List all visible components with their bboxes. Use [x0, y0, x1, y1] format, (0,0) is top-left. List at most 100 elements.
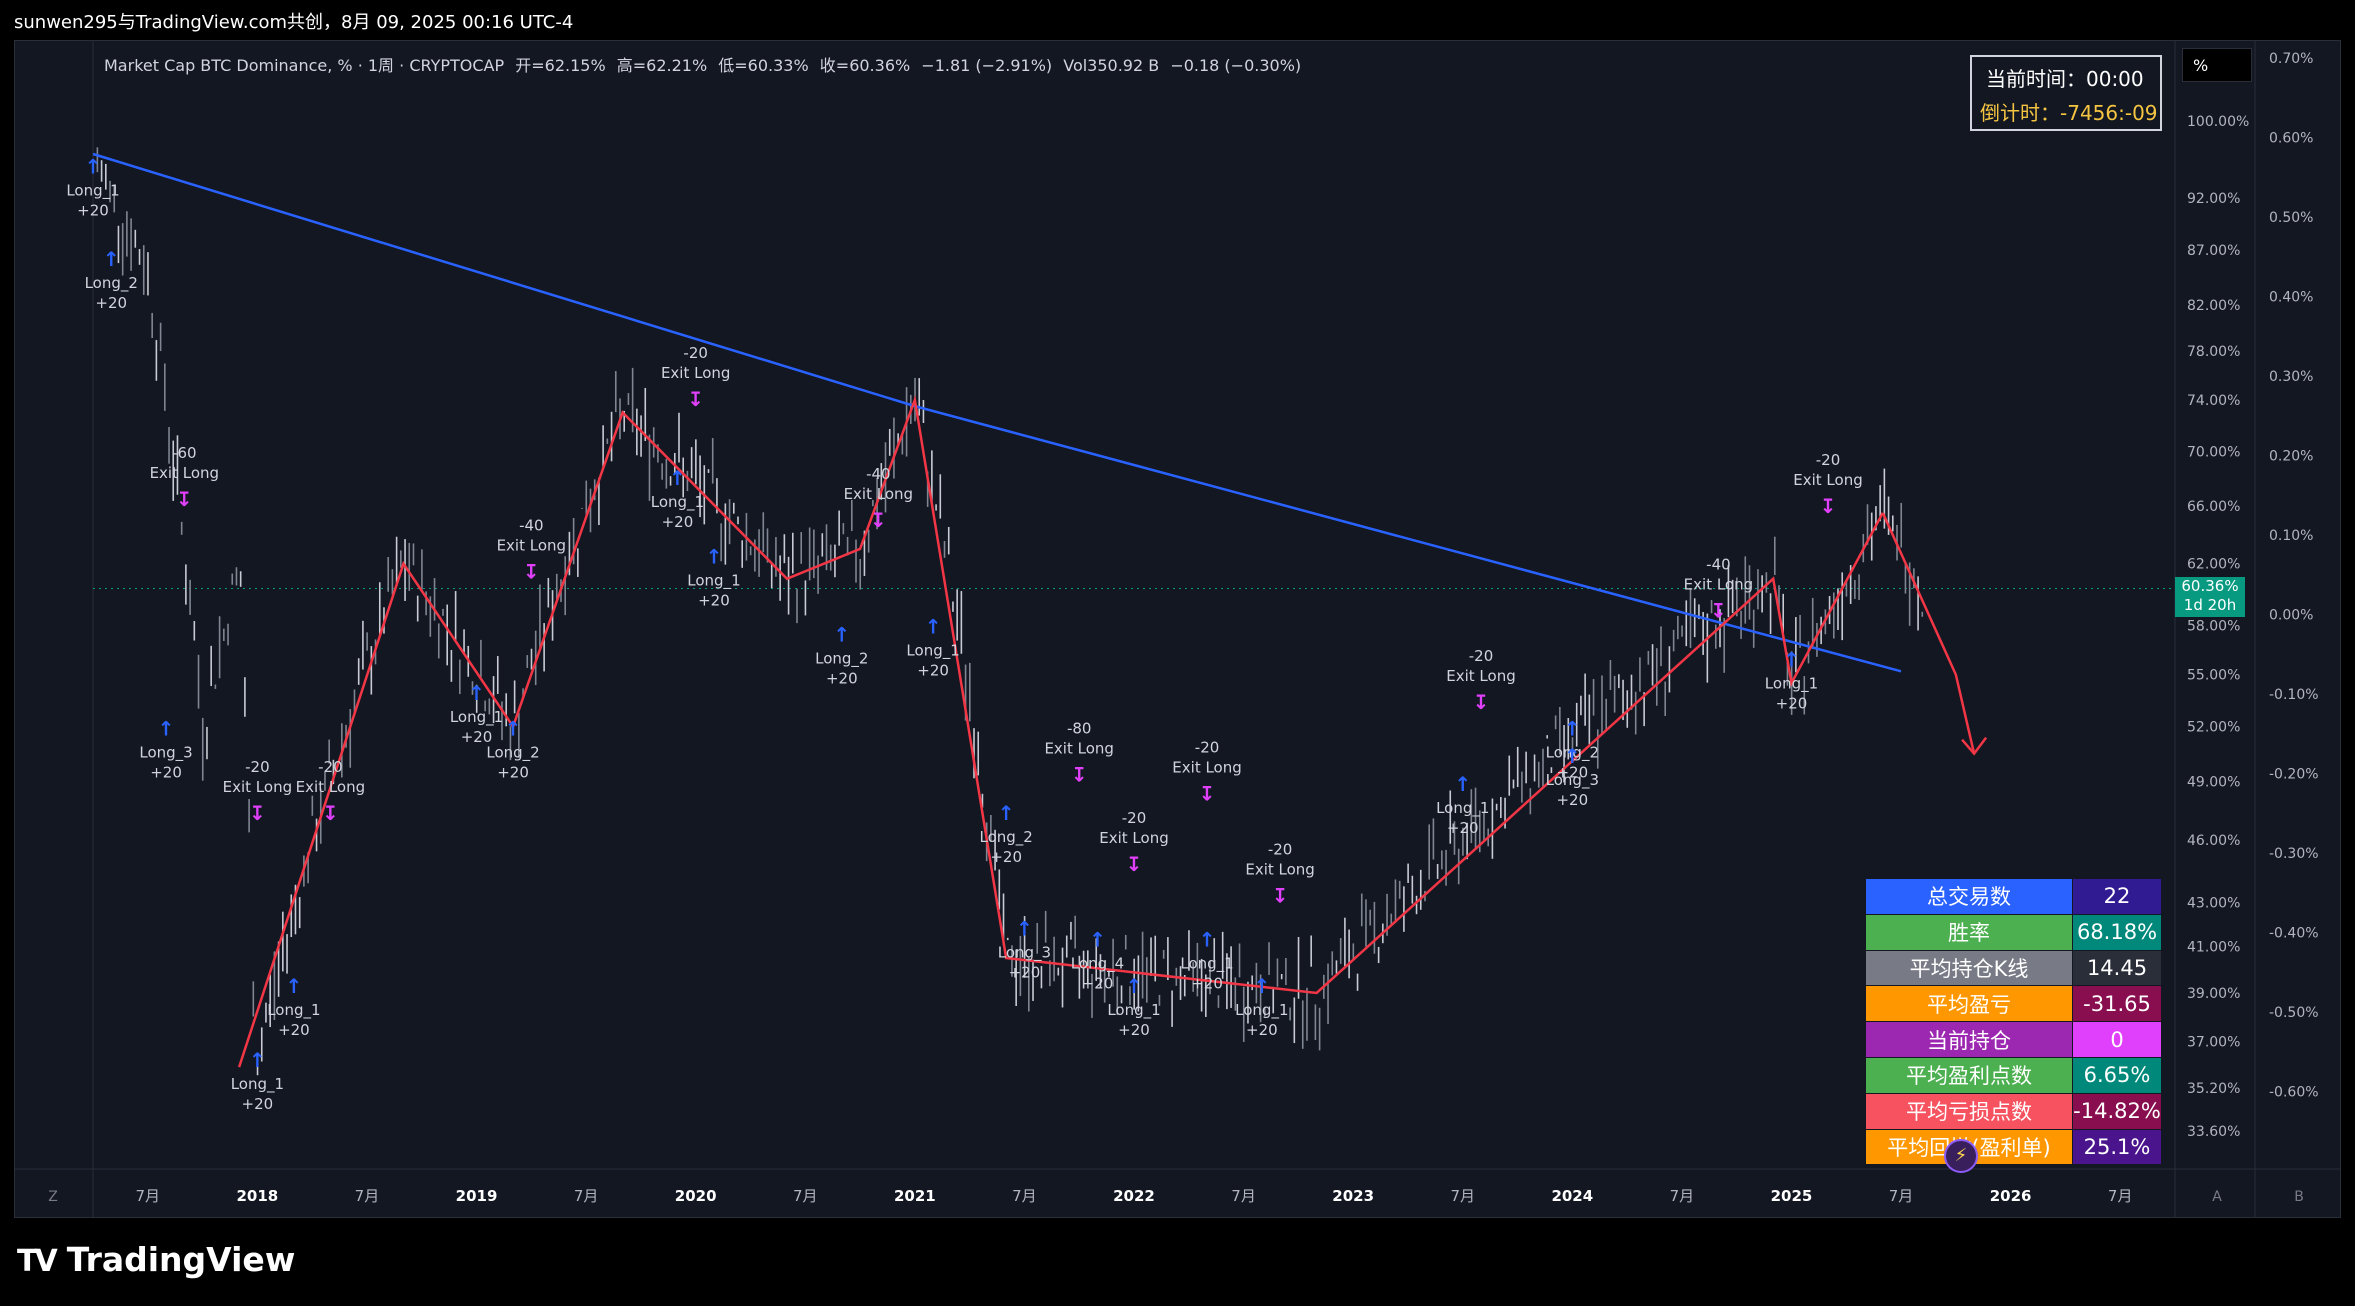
long-entry-label: Long_3 — [1546, 771, 1599, 790]
y-tick-label: 33.60% — [2187, 1124, 2240, 1140]
flash-icon[interactable]: ⚡ — [1944, 1139, 1978, 1173]
legend-low: 低=60.33% — [718, 56, 809, 75]
x-tick-label: 2021 — [894, 1187, 936, 1205]
exit-arrow: ↧ — [1126, 852, 1143, 876]
stats-row: 平均亏损点数 -14.82% — [1865, 1092, 2162, 1130]
long-entry-arrow: ↑ — [1089, 928, 1106, 952]
exit-label: -20 — [245, 758, 270, 776]
long-entry-label: +20 — [1556, 791, 1588, 809]
stats-label: 平均持仓K线 — [1865, 949, 2073, 987]
long-entry-arrow: ↑ — [1253, 974, 1270, 998]
long-entry-arrow: ↑ — [925, 614, 942, 638]
y-tick-label: 43.00% — [2187, 896, 2240, 912]
x-tick-label: 7月 — [2108, 1187, 2133, 1205]
x-tick-label: 2026 — [1990, 1187, 2032, 1205]
exit-arrow: ↧ — [1199, 782, 1216, 806]
long-entry-label: Long_1 — [1180, 955, 1233, 974]
last-price: 60.36% — [2181, 577, 2239, 595]
axis-letter-a[interactable]: A — [2212, 1189, 2222, 1205]
y-tick-label: 62.00% — [2187, 557, 2240, 573]
long-entry-arrow: ↑ — [286, 974, 303, 998]
long-entry-label: +20 — [990, 848, 1022, 866]
exit-arrow: ↧ — [1071, 763, 1088, 787]
stats-value: 22 — [2072, 878, 2162, 915]
long-entry-label: +20 — [698, 592, 730, 610]
last-price-tag: 60.36% 1d 20h — [2175, 577, 2245, 617]
long-entry-label: +20 — [497, 764, 529, 782]
long-entry-label: Long_3 — [998, 943, 1051, 962]
y-tick-label: 55.00% — [2187, 668, 2240, 684]
stats-label: 胜率 — [1865, 913, 2073, 951]
exit-label: -20 — [1195, 739, 1220, 757]
long-entry-label: +20 — [278, 1021, 310, 1039]
exit-label: -20 — [1816, 451, 1841, 469]
long-entry-label: +20 — [1246, 1021, 1278, 1039]
stats-value: 0 — [2072, 1021, 2162, 1058]
x-tick-label: 7月 — [136, 1187, 161, 1205]
stats-value: 6.65% — [2072, 1056, 2162, 1094]
x-tick-label: 7月 — [1231, 1187, 1256, 1205]
y-tick-label: 66.00% — [2187, 499, 2240, 515]
long-entry-label: +20 — [242, 1095, 274, 1113]
long-entry-label: Long_1 — [1235, 1001, 1288, 1020]
long-entry-arrow: ↑ — [998, 801, 1015, 825]
legend-high: 高=62.21% — [616, 56, 708, 75]
long-entry-label: Long_1 — [450, 708, 503, 727]
axis-letter-b[interactable]: B — [2294, 1189, 2304, 1205]
y-tick-label: 58.00% — [2187, 618, 2240, 634]
exit-label: Exit Long — [223, 778, 292, 796]
exit-arrow: ↧ — [1473, 690, 1490, 714]
y-tick-label: 46.00% — [2187, 833, 2240, 849]
exit-arrow: ↧ — [1272, 884, 1289, 908]
exit-arrow: ↧ — [687, 387, 704, 411]
x-tick-label: 7月 — [355, 1187, 380, 1205]
y2-tick-label: -0.30% — [2269, 846, 2319, 862]
axis-letter-z[interactable]: Z — [48, 1189, 58, 1205]
exit-label: Exit Long — [1446, 667, 1515, 685]
stats-label: 平均盈亏 — [1865, 985, 2073, 1023]
y-tick-label: 82.00% — [2187, 298, 2240, 314]
symbol-legend[interactable]: Market Cap BTC Dominance, % · 1周 · CRYPT… — [104, 52, 1307, 76]
long-entry-arrow: ↑ — [669, 466, 686, 490]
long-entry-label: Long_1 — [687, 572, 740, 591]
exit-label: Exit Long — [1172, 759, 1241, 777]
y2-tick-label: -0.10% — [2269, 687, 2319, 703]
brand-text: TradingView — [66, 1240, 296, 1279]
exit-label: Exit Long — [1245, 861, 1314, 879]
long-entry-label: +20 — [1191, 975, 1223, 993]
long-entry-label: +20 — [95, 294, 127, 312]
exit-label: Exit Long — [661, 364, 730, 382]
exit-label: -20 — [318, 758, 343, 776]
long-entry-label: Long_2 — [979, 828, 1032, 847]
exit-label: -60 — [172, 444, 197, 462]
y2-tick-label: 0.00% — [2269, 608, 2313, 624]
long-entry-arrow: ↑ — [103, 247, 120, 271]
stats-value: 25.1% — [2072, 1128, 2162, 1166]
stats-row: 胜率 68.18% — [1865, 913, 2162, 951]
y2-tick-label: 0.30% — [2269, 369, 2313, 385]
x-tick-label: 7月 — [793, 1187, 818, 1205]
long-entry-label: +20 — [77, 201, 109, 219]
legend-symbol: Market Cap BTC Dominance, % · 1周 · CRYPT… — [104, 56, 505, 75]
percent-scale-button[interactable]: % — [2182, 48, 2252, 82]
y-tick-label: 37.00% — [2187, 1035, 2240, 1051]
long-entry-arrow: ↑ — [1564, 744, 1581, 768]
exit-label: Exit Long — [1099, 829, 1168, 847]
x-tick-label: 7月 — [1450, 1187, 1475, 1205]
y2-tick-label: -0.60% — [2269, 1085, 2319, 1101]
y-tick-label: 35.20% — [2187, 1081, 2240, 1097]
long-entry-arrow: ↑ — [85, 154, 102, 178]
long-entry-label: Long_2 — [85, 274, 138, 293]
long-entry-label: +20 — [1009, 963, 1041, 981]
y2-tick-label: 0.10% — [2269, 528, 2313, 544]
stats-label: 平均盈利点数 — [1865, 1056, 2073, 1094]
long-entry-arrow: ↑ — [1783, 647, 1800, 671]
long-entry-arrow: ↑ — [505, 717, 522, 741]
exit-label: -20 — [1469, 647, 1494, 665]
strategy-stats-table: 总交易数 22 胜率 68.18% 平均持仓K线 14.45 平均盈亏 -31.65 当前持仓 0… — [1865, 878, 2162, 1166]
tradingview-logo[interactable]: TV TradingView — [17, 1240, 295, 1279]
x-tick-label: 7月 — [574, 1187, 599, 1205]
y-tick-label: 92.00% — [2187, 191, 2240, 207]
x-tick-label: 2024 — [1551, 1187, 1593, 1205]
x-tick-label: 2022 — [1113, 1187, 1155, 1205]
